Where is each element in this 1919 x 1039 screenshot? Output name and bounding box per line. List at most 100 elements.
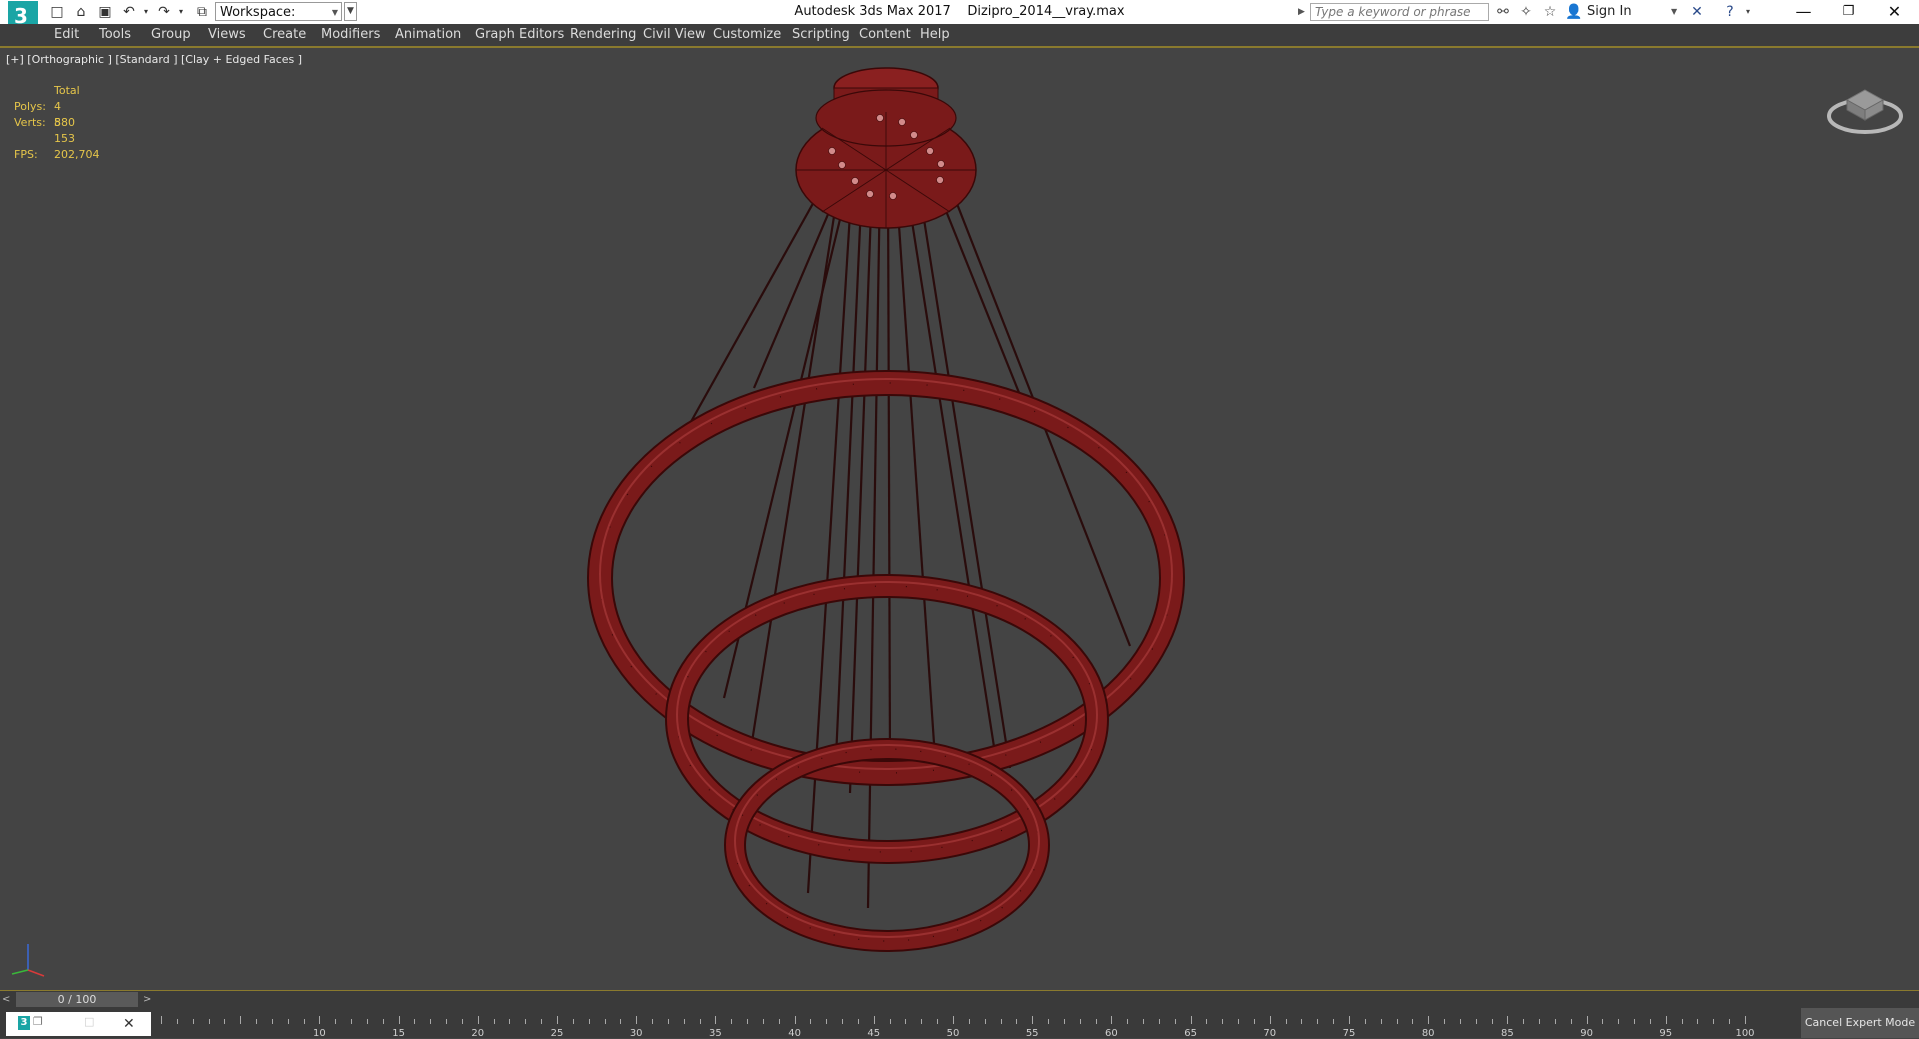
track-bar-tick [303, 1019, 305, 1024]
track-bar-tick [1143, 1019, 1145, 1024]
track-bar-tick [1032, 1016, 1034, 1024]
exchange-x-icon[interactable]: ✕ [1688, 3, 1706, 21]
track-bar-tick [1570, 1019, 1572, 1024]
track-bar-tick [1539, 1019, 1541, 1024]
track-bar-tick [525, 1019, 527, 1024]
redo-dropdown-icon[interactable]: ▾ [172, 3, 190, 21]
menu-modifiers[interactable]: Modifiers [321, 24, 380, 46]
track-bar-label: 60 [1105, 1028, 1118, 1039]
track-bar[interactable]: 10 15 20 25 30 35 40 45 50 55 60 65 70 75 80 85 90 95 100 [155, 1012, 1755, 1039]
time-slider-thumb[interactable]: 0 / 100 [16, 992, 138, 1007]
new-file-icon[interactable]: □ [48, 3, 66, 21]
fps-label: FPS: [14, 148, 38, 161]
menu-views[interactable]: Views [208, 24, 246, 46]
help-icon[interactable]: ? [1721, 3, 1739, 21]
track-bar-tick [319, 1016, 321, 1024]
orthographic-viewport[interactable]: [+] [Orthographic ] [Standard ] [Clay + … [0, 48, 1919, 990]
track-bar-label: 100 [1735, 1028, 1755, 1039]
track-bar-tick [1190, 1016, 1192, 1024]
viewcube-icon[interactable] [1825, 78, 1905, 138]
track-bar-tick [1697, 1019, 1699, 1024]
favorites-star-icon[interactable]: ☆ [1541, 3, 1559, 21]
track-bar-tick [1048, 1019, 1050, 1024]
track-bar-tick [256, 1019, 258, 1024]
undo-dropdown-icon[interactable]: ▾ [137, 3, 155, 21]
menu-help[interactable]: Help [920, 24, 950, 46]
track-bar-label: 70 [1263, 1028, 1277, 1039]
track-bar-label: 20 [471, 1028, 485, 1039]
menu-tools[interactable]: Tools [99, 24, 131, 46]
track-bar-tick [1364, 1019, 1366, 1024]
track-bar-tick [1396, 1019, 1398, 1024]
open-file-icon[interactable]: ⌂ [72, 3, 90, 21]
restore-button[interactable]: ❐ [1826, 0, 1871, 24]
maxscript-logo-icon: 3 [18, 1016, 30, 1030]
time-slider-prev-button[interactable]: < [2, 993, 14, 1006]
star-tools-icon[interactable]: ✧ [1517, 3, 1535, 21]
track-bar-tick [161, 1016, 162, 1024]
track-bar-label: 95 [1659, 1028, 1673, 1039]
track-bar-tick [176, 1019, 178, 1024]
track-bar-tick [1158, 1019, 1160, 1024]
window-restore-icon[interactable]: ❐ [33, 1015, 43, 1028]
track-bar-tick [826, 1019, 828, 1024]
menu-graph-editors[interactable]: Graph Editors [475, 24, 564, 46]
menu-customize[interactable]: Customize [713, 24, 781, 46]
track-bar-tick [1174, 1019, 1176, 1024]
menu-rendering[interactable]: Rendering [570, 24, 636, 46]
project-folder-icon[interactable]: ⧉ [193, 3, 211, 21]
quick-access-customize-button[interactable]: ▼ [344, 2, 357, 21]
binoculars-icon[interactable]: ⚯ [1494, 3, 1512, 21]
track-bar-tick [1491, 1019, 1493, 1024]
search-placeholder: Type a keyword or phrase [1315, 5, 1471, 19]
listener-box-icon: □ [84, 1015, 95, 1028]
time-slider-next-button[interactable]: > [143, 993, 155, 1006]
menu-content[interactable]: Content [859, 24, 911, 46]
track-bar-tick [572, 1019, 574, 1024]
track-bar-tick [1222, 1019, 1224, 1024]
chevron-down-icon[interactable]: ▼ [1671, 3, 1677, 21]
menu-group[interactable]: Group [151, 24, 191, 46]
track-bar-tick [1253, 1019, 1255, 1024]
workspace-select[interactable]: Workspace: Default ▼ [215, 2, 342, 39]
search-input[interactable]: Type a keyword or phrase [1310, 3, 1489, 21]
viewport-label[interactable]: [+] [Orthographic ] [Standard ] [Clay + … [6, 53, 302, 66]
track-bar-tick [953, 1016, 954, 1024]
close-icon[interactable]: ✕ [123, 1014, 135, 1034]
track-bar-tick [461, 1019, 463, 1024]
time-slider[interactable]: < 0 / 100 > [0, 990, 1919, 1008]
menu-edit[interactable]: Edit [54, 24, 79, 46]
track-bar-tick [1016, 1019, 1018, 1024]
close-button[interactable]: ✕ [1872, 0, 1917, 24]
track-bar-tick [1586, 1016, 1588, 1024]
track-bar-label: 90 [1580, 1028, 1593, 1039]
minimize-button[interactable]: — [1781, 0, 1826, 24]
sign-in-link[interactable]: Sign In [1587, 3, 1632, 21]
track-bar-tick [1713, 1019, 1715, 1024]
menu-animation[interactable]: Animation [395, 24, 461, 46]
track-bar-label: 65 [1184, 1028, 1197, 1039]
track-bar-tick [652, 1019, 654, 1024]
redo-icon[interactable]: ↷ [155, 3, 173, 21]
undo-icon[interactable]: ↶ [120, 3, 138, 21]
menu-create[interactable]: Create [263, 24, 306, 46]
track-bar-tick [810, 1019, 812, 1024]
track-bar-tick [1602, 1019, 1604, 1024]
track-bar-tick [351, 1019, 353, 1024]
help-dropdown-icon[interactable]: ▾ [1739, 3, 1757, 21]
cancel-expert-mode-button[interactable]: Cancel Expert Mode [1801, 1008, 1919, 1038]
track-bar-tick [1317, 1019, 1319, 1024]
maxscript-mini-listener[interactable]: 3 ❐ □ ✕ [6, 1012, 151, 1036]
menu-civil-view[interactable]: Civil View [643, 24, 706, 46]
track-bar-tick [873, 1016, 875, 1024]
track-bar-tick [493, 1019, 495, 1024]
track-bar-tick [287, 1019, 289, 1024]
track-bar-tick [747, 1019, 749, 1024]
chandelier-model[interactable] [0, 48, 1919, 990]
track-bar-tick [1285, 1019, 1287, 1024]
search-expand-icon[interactable]: ▶ [1298, 4, 1308, 20]
track-bar-tick [762, 1019, 764, 1024]
save-icon[interactable]: ▣ [96, 3, 114, 21]
menu-scripting[interactable]: Scripting [792, 24, 850, 46]
track-bar-tick [794, 1016, 796, 1024]
